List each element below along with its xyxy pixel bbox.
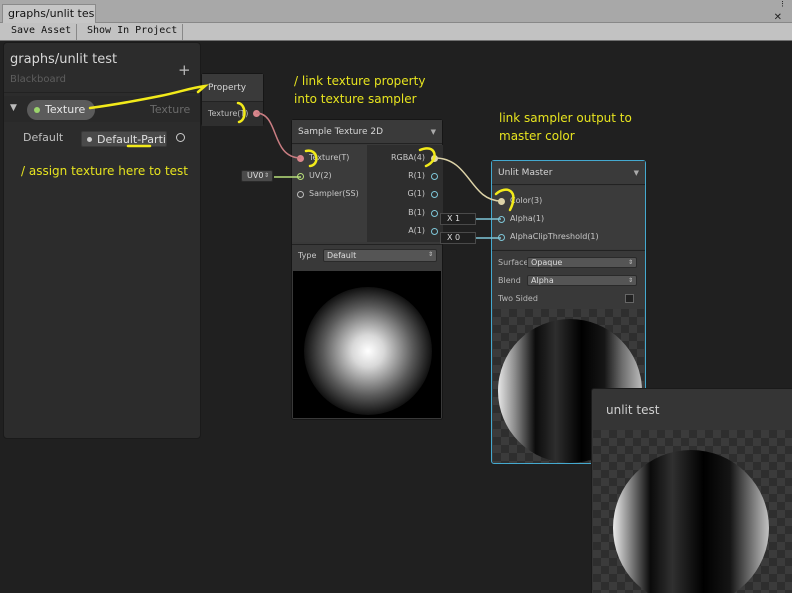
master-node-header[interactable]: Unlit Master ▼	[492, 161, 645, 185]
dropdown-arrow-icon: ⇕	[627, 277, 633, 284]
blend-value: Alpha	[531, 276, 554, 285]
show-in-project-button[interactable]: Show In Project	[82, 24, 184, 40]
alpha-clip-value: X 0	[447, 233, 461, 242]
alpha-value-field[interactable]: X 1	[440, 213, 476, 225]
property-type: Texture	[150, 103, 191, 116]
annotation-line: / link texture property	[294, 74, 426, 88]
two-sided-label: Two Sided	[498, 294, 538, 303]
surface-value: Opaque	[531, 258, 563, 267]
annotation-line: master color	[499, 129, 575, 143]
dropdown-arrow-icon: ⇕	[263, 172, 269, 179]
alpha-clip-input-port[interactable]	[498, 234, 505, 241]
window-titlebar: graphs/unlit tes ⁝ ✕	[0, 0, 792, 24]
save-asset-button[interactable]: Save Asset	[6, 24, 78, 40]
chevron-down-icon[interactable]: ▼	[431, 128, 436, 136]
a-output-port[interactable]	[431, 228, 438, 235]
texture-asset-icon	[87, 137, 92, 142]
surface-label: Surface	[498, 258, 529, 267]
surface-dropdown[interactable]: Opaque ⇕	[527, 257, 637, 268]
radial-gradient-preview	[304, 287, 432, 415]
annotation-line: into texture sampler	[294, 92, 417, 106]
graph-tab[interactable]: graphs/unlit tes	[2, 4, 96, 24]
close-icon[interactable]: ✕	[774, 12, 782, 23]
property-node[interactable]: Property Texture(T)	[201, 73, 264, 126]
sample-texture-preview	[293, 271, 441, 418]
annotation-line: link sampler output to	[499, 111, 632, 125]
alpha-clip-input-label: AlphaClipThreshold(1)	[510, 232, 599, 241]
property-output-label: Texture(T)	[208, 109, 249, 118]
shaded-sphere-preview	[613, 450, 769, 593]
uv-input-port[interactable]	[297, 173, 304, 180]
sampler-input-label: Sampler(SS)	[309, 189, 359, 198]
object-picker-icon[interactable]	[176, 133, 185, 142]
alpha-clip-value-field[interactable]: X 0	[440, 232, 476, 244]
blend-label: Blend	[498, 276, 521, 285]
annotation-link-sampler: link sampler output to master color	[499, 109, 632, 145]
texture-type-dropdown[interactable]: Default ⇕	[323, 249, 437, 262]
property-node-title: Property	[208, 83, 247, 93]
chevron-down-icon[interactable]: ▼	[10, 103, 17, 113]
kebab-menu-icon[interactable]: ⁝	[781, 1, 784, 10]
rgba-output-port[interactable]	[431, 155, 438, 162]
default-label: Default	[23, 131, 64, 144]
uv-channel-value: UV0	[247, 171, 264, 180]
sample-inputs: Texture(T) UV(2) Sampler(SS)	[292, 145, 367, 242]
g-output-port[interactable]	[431, 191, 438, 198]
property-node-header[interactable]: Property	[202, 74, 263, 102]
master-node-title: Unlit Master	[498, 168, 553, 178]
chevron-down-icon[interactable]: ▼	[634, 169, 639, 177]
shader-graph-window: graphs/unlit tes ⁝ ✕ Save Asset Show In …	[0, 0, 792, 593]
sample-node-divider	[292, 244, 442, 245]
annotation-assign-texture: / assign texture here to test	[21, 162, 188, 180]
property-exposed-dot-icon	[34, 107, 40, 113]
uv-input-label: UV(2)	[309, 171, 332, 180]
b-output-port[interactable]	[431, 210, 438, 217]
dropdown-arrow-icon: ⇕	[627, 259, 633, 266]
annotation-line: / assign texture here to test	[21, 164, 189, 178]
texture-type-value: Default	[327, 251, 357, 260]
blackboard-subtitle: Blackboard	[10, 74, 66, 85]
alpha-input-label: Alpha(1)	[510, 214, 545, 223]
main-preview-area[interactable]	[593, 430, 792, 593]
master-inputs: Color(3) Alpha(1) AlphaClipThreshold(1)	[492, 186, 645, 249]
color-input-label: Color(3)	[510, 196, 543, 205]
preview-title: unlit test	[606, 403, 660, 417]
default-texture-field[interactable]: Default-Partic	[81, 131, 167, 147]
property-output-port[interactable]	[253, 110, 260, 117]
type-label: Type	[298, 251, 317, 260]
property-pill[interactable]: Texture	[27, 100, 95, 120]
main-preview-window[interactable]: unlit test	[591, 388, 792, 593]
two-sided-checkbox[interactable]	[625, 294, 634, 303]
blend-dropdown[interactable]: Alpha ⇕	[527, 275, 637, 286]
g-output-label: G(1)	[407, 189, 425, 198]
r-output-port[interactable]	[431, 173, 438, 180]
default-texture-value: Default-Partic	[97, 133, 167, 146]
sample-outputs: RGBA(4) R(1) G(1) B(1) A(1)	[367, 145, 443, 242]
uv-channel-dropdown[interactable]: UV0 ⇕	[241, 170, 273, 182]
blackboard-panel: graphs/unlit test Blackboard + ▼ Texture…	[3, 42, 201, 439]
texture-input-port[interactable]	[297, 155, 304, 162]
sample-node-header[interactable]: Sample Texture 2D ▼	[292, 120, 442, 144]
b-output-label: B(1)	[408, 208, 425, 217]
property-name: Texture	[45, 103, 86, 116]
sampler-input-port[interactable]	[297, 191, 304, 198]
r-output-label: R(1)	[408, 171, 425, 180]
rgba-output-label: RGBA(4)	[390, 153, 425, 162]
sample-node-title: Sample Texture 2D	[298, 127, 384, 137]
texture-input-label: Texture(T)	[309, 153, 350, 162]
blackboard-divider	[4, 92, 200, 93]
add-property-button[interactable]: +	[178, 61, 191, 79]
toolbar: Save Asset Show In Project	[0, 23, 792, 41]
color-input-port[interactable]	[498, 198, 505, 205]
annotation-link-texture: / link texture property into texture sam…	[294, 72, 425, 108]
alpha-value: X 1	[447, 214, 461, 223]
dropdown-arrow-icon: ⇕	[427, 251, 433, 258]
alpha-input-port[interactable]	[498, 216, 505, 223]
master-settings: Surface Opaque ⇕ Blend Alpha ⇕ Two Sided	[492, 250, 645, 308]
sample-texture-2d-node[interactable]: Sample Texture 2D ▼ Texture(T) UV(2) Sam…	[291, 119, 443, 420]
a-output-label: A(1)	[408, 226, 425, 235]
blackboard-title: graphs/unlit test	[10, 52, 118, 67]
